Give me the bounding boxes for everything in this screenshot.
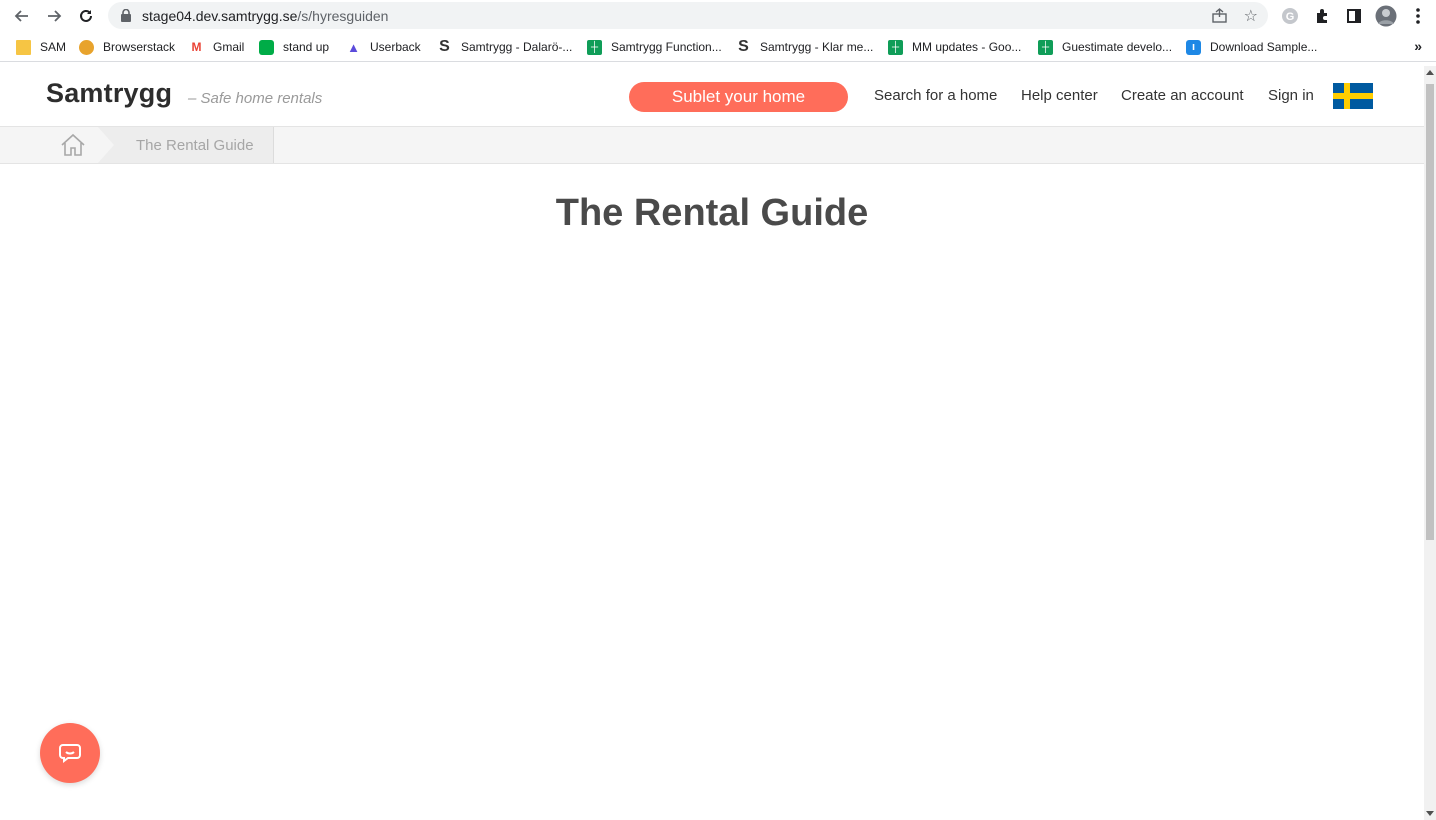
bookmark-label: MM updates - Goo...	[912, 40, 1022, 54]
bookmark-label: Samtrygg - Klar me...	[760, 40, 874, 54]
breadcrumb-current-label: The Rental Guide	[136, 137, 254, 154]
chat-bubble-icon	[59, 744, 81, 763]
back-icon[interactable]	[10, 4, 34, 28]
lock-icon	[121, 9, 131, 22]
bookmark-item[interactable]: SAM	[16, 38, 66, 56]
bookmark-item[interactable]: ┼ Samtrygg Function...	[587, 38, 722, 56]
bookmark-label: stand up	[283, 40, 330, 54]
breadcrumb-separator	[98, 127, 114, 163]
address-bar[interactable]: stage04.dev.samtrygg.se/s/hyresguiden ☆	[108, 2, 1268, 29]
site-header: Samtrygg – Safe home rentals Sublet your…	[0, 66, 1424, 126]
bookmark-item[interactable]: ▲ Userback	[346, 38, 421, 56]
scroll-thumb[interactable]	[1426, 84, 1434, 540]
bookmark-label: Gmail	[213, 40, 245, 54]
download-icon: ı	[1186, 39, 1201, 55]
bookmark-item[interactable]: S Samtrygg - Klar me...	[736, 38, 873, 56]
breadcrumb-current: The Rental Guide	[98, 127, 274, 163]
chat-launcher-button[interactable]	[40, 723, 100, 783]
svg-text:G: G	[1286, 11, 1295, 23]
sheets-icon: ┼	[587, 39, 602, 55]
url-path: /s/hyresguiden	[297, 8, 389, 24]
bookmark-item[interactable]: ┼ Guestimate develo...	[1038, 38, 1172, 56]
profile-avatar[interactable]	[1375, 5, 1397, 27]
browser-toolbar: stage04.dev.samtrygg.se/s/hyresguiden ☆ …	[0, 0, 1436, 32]
flag-cross-horizontal	[1333, 93, 1373, 99]
sweden-flag-icon[interactable]	[1333, 83, 1373, 109]
home-icon	[61, 133, 85, 156]
bookmark-label: Samtrygg Function...	[611, 40, 722, 54]
reload-icon[interactable]	[74, 4, 98, 28]
sheets-icon: ┼	[888, 39, 903, 55]
page-viewport: Samtrygg – Safe home rentals Sublet your…	[0, 66, 1424, 820]
bookmark-item[interactable]: ┼ MM updates - Goo...	[888, 38, 1021, 56]
bookmark-label: SAM	[40, 40, 67, 54]
bookmarks-bar: SAM Browserstack M Gmail stand up ▲ Userback S S…	[0, 32, 1436, 62]
bookmark-item[interactable]: M Gmail	[189, 38, 245, 56]
scroll-up-arrow[interactable]	[1426, 70, 1434, 75]
userback-icon: ▲	[347, 39, 360, 55]
page-scrollbar[interactable]	[1424, 66, 1436, 820]
nav-help-center[interactable]: Help center	[1021, 87, 1098, 104]
bookmark-item[interactable]: Browserstack	[79, 38, 175, 56]
page-title: The Rental Guide	[555, 192, 869, 234]
more-bookmarks-button[interactable]: »	[1414, 38, 1422, 54]
bookmark-label: Browserstack	[103, 40, 176, 54]
meet-icon	[259, 39, 274, 55]
side-panel-icon[interactable]	[1343, 5, 1365, 27]
samtrygg-s-icon: S	[439, 38, 450, 55]
bookmark-label: Userback	[370, 40, 421, 54]
site-logo[interactable]: Samtrygg	[46, 78, 172, 109]
forward-icon[interactable]	[42, 4, 66, 28]
menu-icon[interactable]	[1407, 5, 1429, 27]
bookmark-label: Download Sample...	[1210, 40, 1318, 54]
breadcrumb-home[interactable]	[0, 127, 98, 163]
scroll-down-arrow[interactable]	[1426, 811, 1434, 816]
folder-icon	[16, 39, 31, 55]
share-icon[interactable]	[1211, 7, 1228, 24]
gmail-icon: M	[191, 40, 202, 54]
bookmark-item[interactable]: ı Download Sample...	[1186, 38, 1317, 56]
nav-sign-in[interactable]: Sign in	[1268, 87, 1314, 104]
samtrygg-s-icon: S	[738, 38, 749, 55]
url-host: stage04.dev.samtrygg.se	[142, 8, 298, 24]
nav-create-account[interactable]: Create an account	[1121, 87, 1244, 104]
bookmark-item[interactable]: S Samtrygg - Dalarö-...	[437, 38, 572, 56]
bookmark-label: Samtrygg - Dalarö-...	[461, 40, 573, 54]
sheets-icon: ┼	[1038, 39, 1053, 55]
url-text: stage04.dev.samtrygg.se/s/hyresguiden	[142, 8, 388, 24]
extensions-icon[interactable]	[1311, 5, 1333, 27]
bookmark-item[interactable]: stand up	[259, 38, 329, 56]
sublet-home-button[interactable]: Sublet your home	[629, 82, 848, 112]
site-tagline: – Safe home rentals	[188, 90, 323, 107]
breadcrumb: The Rental Guide	[0, 126, 1424, 164]
browserstack-icon	[79, 39, 94, 55]
bookmark-label: Guestimate develo...	[1062, 40, 1173, 54]
bookmark-star-icon[interactable]: ☆	[1244, 6, 1258, 26]
nav-search-home[interactable]: Search for a home	[874, 87, 997, 104]
google-account-icon[interactable]: G	[1279, 5, 1301, 27]
